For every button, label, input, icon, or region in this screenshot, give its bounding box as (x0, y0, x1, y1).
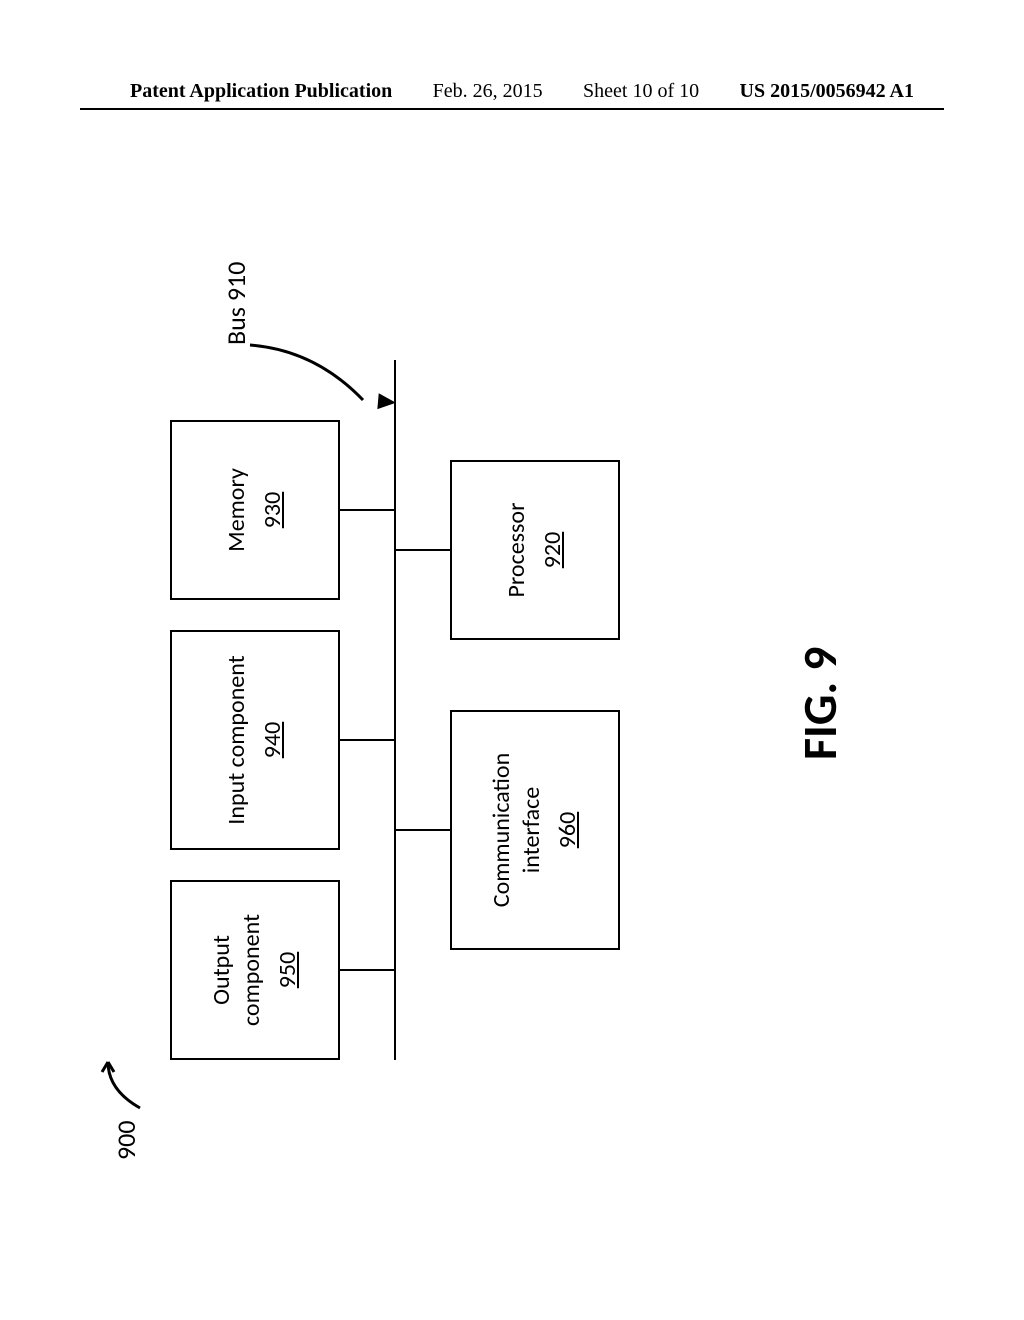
block-input-component: Input component 940 (170, 630, 340, 850)
block-refnum: 920 (538, 532, 568, 569)
bus-stub (340, 739, 395, 741)
block-refnum: 930 (258, 492, 288, 529)
figure-caption: FIG. 9 (790, 647, 849, 760)
diagram-ref-900: 900 (110, 1120, 142, 1160)
arrowhead-icon (377, 393, 396, 411)
publication-number: US 2015/0056942 A1 (740, 80, 914, 103)
bus-leader-line (245, 335, 365, 405)
figure-area: 900 Output component 950 Input component… (60, 160, 960, 1200)
block-refnum: 950 (273, 952, 303, 989)
sheet-number: Sheet 10 of 10 (583, 80, 699, 103)
block-title: Communication interface (487, 712, 547, 948)
lead-arrow-icon (100, 1050, 150, 1110)
bus-stub (340, 509, 395, 511)
block-title: Processor (502, 503, 532, 598)
bus-label: Bus 910 (220, 262, 252, 345)
block-refnum: 960 (553, 812, 583, 849)
block-title: Input component (222, 655, 252, 824)
block-output-component: Output component 950 (170, 880, 340, 1060)
block-title: Output component (207, 882, 267, 1058)
block-title: Memory (222, 468, 252, 552)
bus-stub (394, 829, 450, 831)
page: Patent Application Publication Feb. 26, … (0, 0, 1024, 1320)
bus-line (394, 360, 396, 1060)
bus-stub (340, 969, 395, 971)
block-processor: Processor 920 (450, 460, 620, 640)
publication-label: Patent Application Publication (130, 80, 392, 103)
block-communication-interface: Communication interface 960 (450, 710, 620, 950)
block-memory: Memory 930 (170, 420, 340, 600)
page-header: Patent Application Publication Feb. 26, … (0, 80, 1024, 103)
bus-stub (394, 549, 450, 551)
publication-date: Feb. 26, 2015 (433, 80, 543, 103)
figure-rotated-canvas: 900 Output component 950 Input component… (60, 160, 960, 1200)
header-rule (80, 108, 944, 110)
block-refnum: 940 (258, 722, 288, 759)
